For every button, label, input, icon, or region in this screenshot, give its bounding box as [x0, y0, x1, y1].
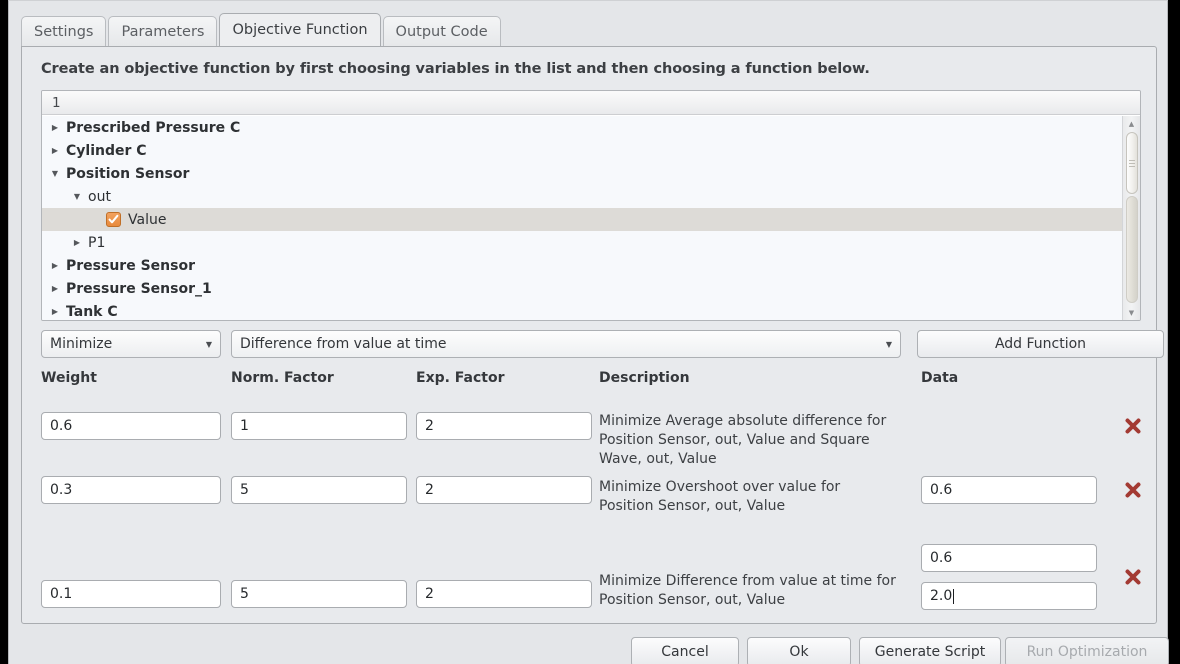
weight-input[interactable]: 0.6: [41, 412, 221, 440]
tree-row-label: Cylinder C: [66, 142, 147, 159]
weight-input[interactable]: 0.1: [41, 580, 221, 608]
checkbox-checked-icon[interactable]: [106, 212, 121, 227]
column-header-norm-factor: Norm. Factor: [231, 370, 334, 386]
tree-row-label: Position Sensor: [66, 165, 190, 182]
chevron-right-icon[interactable]: ▶: [48, 307, 62, 316]
scroll-up-icon[interactable]: ▲: [1123, 116, 1140, 131]
delete-objective-x-icon[interactable]: [1122, 566, 1144, 588]
chevron-right-icon[interactable]: ▶: [48, 123, 62, 132]
data-input[interactable]: 2.0: [921, 582, 1097, 610]
function-select-value: Difference from value at time: [240, 336, 447, 352]
dialog-window: Settings Parameters Objective Function Outp…: [8, 0, 1169, 664]
tree-row[interactable]: ▶ Cylinder C: [42, 139, 1122, 162]
data-input[interactable]: 0.6: [921, 476, 1097, 504]
text-cursor: [953, 588, 955, 604]
variable-tree[interactable]: 1 ▶ Prescribed Pressure C ▶ Cylinder C ▼ Posi…: [41, 90, 1141, 321]
chevron-down-icon[interactable]: ▼: [70, 192, 84, 201]
tree-row[interactable]: ▶ Prescribed Pressure C: [42, 116, 1122, 139]
tree-row-label: P1: [88, 234, 106, 251]
tab-settings[interactable]: Settings: [21, 16, 107, 46]
tree-row-label: Prescribed Pressure C: [66, 119, 241, 136]
goal-select-value: Minimize: [50, 336, 113, 352]
delete-objective-x-icon[interactable]: [1122, 479, 1144, 501]
data-input-value: 2.0: [930, 588, 953, 604]
instruction-text: Create an objective function by first ch…: [41, 61, 870, 77]
tree-row[interactable]: Value: [42, 208, 1122, 231]
tree-row[interactable]: ▼ out: [42, 185, 1122, 208]
tree-column-header: 1: [42, 91, 1140, 115]
exp-factor-input[interactable]: 2: [416, 412, 592, 440]
tab-parameters[interactable]: Parameters: [108, 16, 218, 46]
tree-row[interactable]: ▶ P1: [42, 231, 1122, 254]
add-function-button[interactable]: Add Function: [917, 330, 1164, 358]
data-input-value: 0.6: [930, 482, 953, 498]
chevron-right-icon[interactable]: ▶: [48, 261, 62, 270]
screen: Settings Parameters Objective Function Outp…: [0, 0, 1180, 664]
column-header-description: Description: [599, 370, 690, 386]
generate-script-button[interactable]: Generate Script: [859, 637, 1001, 664]
weight-input[interactable]: 0.3: [41, 476, 221, 504]
tree-row[interactable]: ▶ Tank C: [42, 300, 1122, 320]
norm-factor-input[interactable]: 5: [231, 476, 407, 504]
tree-row[interactable]: ▼ Position Sensor: [42, 162, 1122, 185]
scrollbar-track[interactable]: [1126, 196, 1138, 303]
exp-factor-input[interactable]: 2: [416, 580, 592, 608]
scrollbar-grip: [1129, 162, 1135, 164]
tab-strip: Settings Parameters Objective Function Outp…: [21, 13, 503, 46]
chevron-right-icon[interactable]: ▶: [48, 146, 62, 155]
objective-description: Minimize Difference from value at time f…: [599, 573, 896, 608]
chevron-right-icon[interactable]: ▶: [70, 238, 84, 247]
run-optimization-button: Run Optimization: [1005, 637, 1169, 664]
chevron-down-icon: ▼: [885, 339, 892, 349]
objective-description: Minimize Average absolute difference for…: [599, 413, 887, 467]
function-select[interactable]: Difference from value at time ▼: [231, 330, 901, 358]
norm-factor-input[interactable]: 1: [231, 412, 407, 440]
exp-factor-input[interactable]: 2: [416, 476, 592, 504]
tree-row[interactable]: ▶ Pressure Sensor_1: [42, 277, 1122, 300]
chevron-right-icon[interactable]: ▶: [48, 284, 62, 293]
goal-select[interactable]: Minimize ▼: [41, 330, 221, 358]
tab-objective-function[interactable]: Objective Function: [219, 13, 381, 46]
scrollbar-grip: [1129, 165, 1135, 167]
tree-row-label: Value: [128, 211, 167, 228]
scrollbar-thumb[interactable]: [1126, 132, 1138, 194]
ok-button[interactable]: Ok: [747, 637, 851, 664]
norm-factor-input[interactable]: 5: [231, 580, 407, 608]
scrollbar-grip: [1129, 159, 1135, 161]
tree-row-label: Pressure Sensor: [66, 257, 195, 274]
chevron-down-icon[interactable]: ▼: [48, 169, 62, 178]
dialog-footer: Cancel Ok Generate Script Run Optimizati…: [9, 627, 1169, 664]
tab-output-code[interactable]: Output Code: [382, 16, 501, 46]
objective-description: Minimize Overshoot over value for Positi…: [599, 479, 841, 514]
tree-row[interactable]: ▶ Pressure Sensor: [42, 254, 1122, 277]
tree-body[interactable]: ▶ Prescribed Pressure C ▶ Cylinder C ▼ Positi…: [42, 116, 1122, 320]
cancel-button[interactable]: Cancel: [631, 637, 739, 664]
delete-objective-x-icon[interactable]: [1122, 415, 1144, 437]
tree-row-label: out: [88, 188, 111, 205]
column-header-exp-factor: Exp. Factor: [416, 370, 505, 386]
column-header-weight: Weight: [41, 370, 97, 386]
tree-row-label: Pressure Sensor_1: [66, 280, 212, 297]
objective-function-panel: Create an objective function by first ch…: [21, 46, 1164, 624]
scroll-down-icon[interactable]: ▼: [1123, 305, 1140, 320]
tree-row-label: Tank C: [66, 303, 118, 320]
data-input[interactable]: 0.6: [921, 544, 1097, 572]
column-header-data: Data: [921, 370, 959, 386]
data-input-value: 0.6: [930, 550, 953, 566]
tree-scrollbar[interactable]: ▲ ▼: [1122, 116, 1140, 320]
chevron-down-icon: ▼: [205, 339, 212, 349]
